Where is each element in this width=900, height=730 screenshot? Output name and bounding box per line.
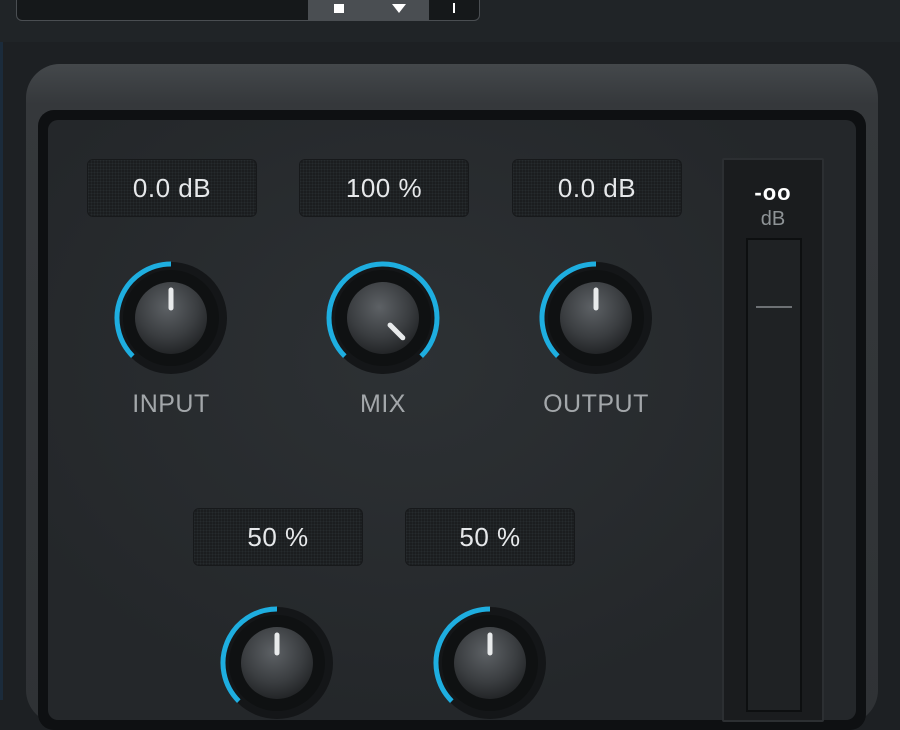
output-label: OUTPUT: [543, 390, 649, 418]
knob4-value-display[interactable]: 50 %: [193, 508, 363, 566]
meter-zero-mark: [756, 306, 792, 308]
knob-graphic: [114, 261, 227, 374]
plus-icon: [453, 3, 455, 13]
knob5-value-display[interactable]: 50 %: [405, 508, 575, 566]
window-edge: [0, 42, 3, 700]
output-knob[interactable]: [536, 258, 656, 378]
knob-cap: [347, 282, 419, 354]
knob4[interactable]: [217, 603, 337, 723]
knob-graphic: [539, 261, 652, 374]
input-knob[interactable]: [111, 258, 231, 378]
knob-graphic: [220, 606, 333, 719]
meter-unit-label: dB: [760, 208, 786, 230]
input-label: INPUT: [132, 390, 210, 418]
add-button[interactable]: [429, 0, 479, 20]
mix-label: MIX: [360, 390, 406, 418]
output-value-display[interactable]: 0.0 dB: [512, 159, 682, 217]
load-icon: [392, 3, 406, 13]
output-level-meter: -oo dB: [722, 158, 824, 722]
toolbar-button-group: [308, 0, 480, 21]
store-icon: [334, 3, 344, 13]
knob-graphic: [326, 261, 440, 374]
mix-knob[interactable]: [323, 258, 443, 378]
input-value-display[interactable]: 0.0 dB: [87, 159, 257, 217]
store-preset-button[interactable]: [309, 0, 369, 20]
meter-bar: [746, 238, 802, 712]
plugin-toolbar: [0, 0, 900, 42]
knob-graphic: [433, 606, 546, 719]
knob5[interactable]: [430, 603, 550, 723]
mix-value-display[interactable]: 100 %: [299, 159, 469, 217]
preset-name-field[interactable]: [16, 0, 310, 21]
load-preset-button[interactable]: [369, 0, 429, 20]
meter-peak-value[interactable]: -oo: [724, 180, 822, 206]
